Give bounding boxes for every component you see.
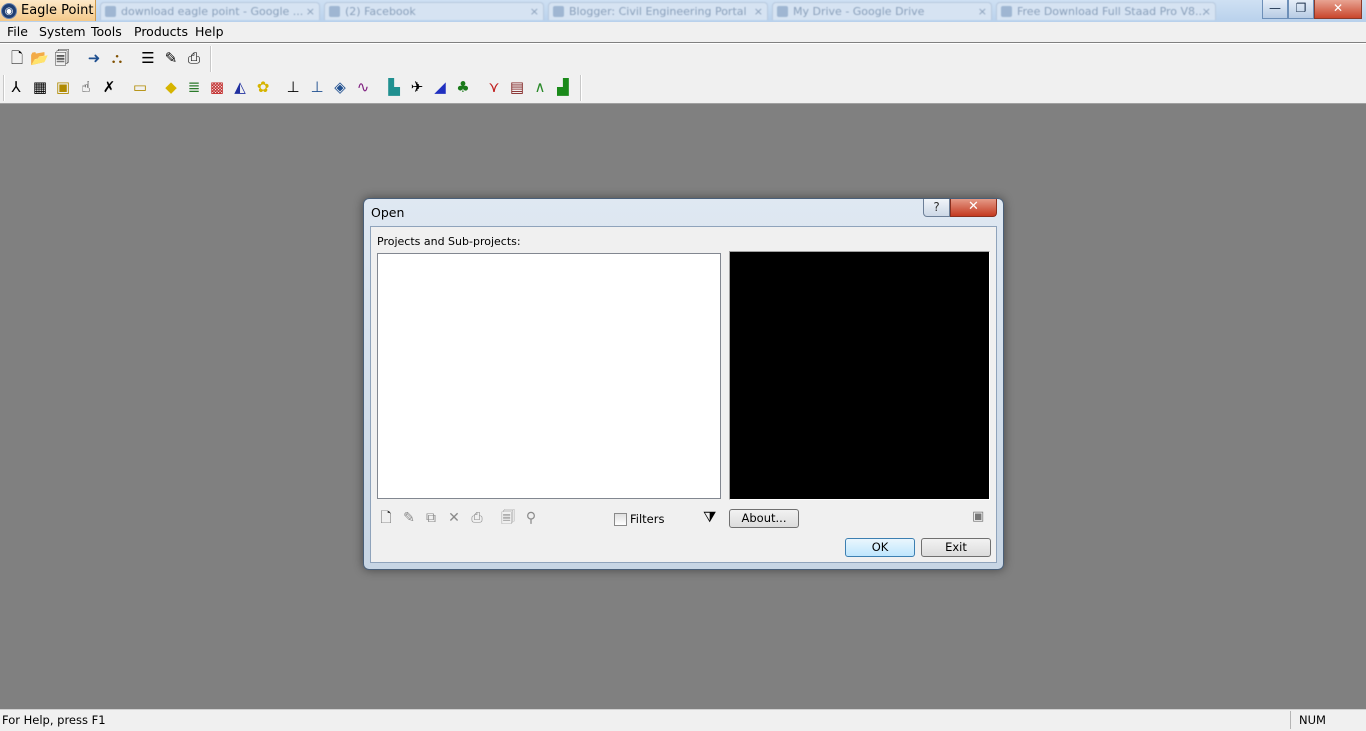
copy-project-icon[interactable]: ⧉ bbox=[422, 509, 440, 527]
print-icon[interactable]: ⎙ bbox=[185, 49, 203, 67]
pipe-icon[interactable]: ◢ bbox=[431, 78, 449, 96]
terrain-icon[interactable]: ◭ bbox=[231, 78, 249, 96]
tab-favicon-icon bbox=[105, 6, 116, 17]
browser-tab-label: Free Download Full Staad Pro V8... bbox=[1017, 5, 1206, 18]
tab-favicon-icon bbox=[553, 6, 564, 17]
status-bar: For Help, press F1 NUM bbox=[0, 709, 1366, 731]
app-title: Eagle Point bbox=[21, 3, 94, 18]
new-project-icon[interactable]: 🗋 bbox=[377, 509, 395, 527]
projects-list[interactable] bbox=[377, 253, 721, 499]
menu-products[interactable]: Products bbox=[134, 24, 188, 39]
landscape-tree-icon[interactable]: ♣ bbox=[454, 78, 472, 96]
tab-close-icon[interactable]: × bbox=[306, 3, 315, 20]
tab-favicon-icon bbox=[777, 6, 788, 17]
toolbar-main: 🗋 📂 🗐 ➜ ⛬ ☰ ✎ ⎙ bbox=[0, 43, 1366, 74]
graph-icon[interactable]: ∿ bbox=[354, 78, 372, 96]
structure-icon[interactable]: ⊥ bbox=[284, 78, 302, 96]
toolbar-separator bbox=[3, 75, 5, 101]
dialog-body: Projects and Sub-projects: 🗋 ✎ ⧉ ✕ ⎙ 🗐 ⚲… bbox=[370, 226, 997, 563]
browser-tab[interactable]: Free Download Full Staad Pro V8... × bbox=[996, 2, 1216, 20]
building-icon[interactable]: ▙ bbox=[385, 78, 403, 96]
tab-close-icon[interactable]: × bbox=[978, 3, 987, 20]
bridge-icon[interactable]: ⊥ bbox=[308, 78, 326, 96]
num-lock-label: NUM bbox=[1299, 713, 1326, 727]
app-title-tab[interactable]: ◉ Eagle Point bbox=[0, 0, 96, 21]
exit-button[interactable]: Exit bbox=[921, 538, 991, 557]
plan-icon[interactable]: ✈ bbox=[408, 78, 426, 96]
browser-tab-label: (2) Facebook bbox=[345, 5, 416, 18]
open-dialog: Open ? ✕ Projects and Sub-projects: 🗋 ✎ … bbox=[363, 198, 1004, 570]
section-icon[interactable]: ▤ bbox=[508, 78, 526, 96]
browser-tab[interactable]: My Drive - Google Drive × bbox=[772, 2, 992, 20]
open-folder-icon[interactable]: 📂 bbox=[30, 49, 49, 67]
edit-project-icon[interactable]: ✎ bbox=[400, 509, 418, 527]
toolbar-separator bbox=[580, 75, 582, 101]
project-properties-icon[interactable]: 🗐 bbox=[499, 509, 517, 527]
status-help-text: For Help, press F1 bbox=[2, 713, 106, 727]
profile-icon[interactable]: ⋎ bbox=[485, 78, 503, 96]
hand-icon[interactable]: ☝ bbox=[77, 78, 95, 96]
tab-close-icon[interactable]: × bbox=[1202, 3, 1211, 20]
about-button[interactable]: About... bbox=[729, 509, 799, 528]
toolbar-separator bbox=[210, 46, 212, 72]
browser-tab-label: download eagle point - Google ... bbox=[121, 5, 304, 18]
delete-project-icon[interactable]: ✕ bbox=[445, 509, 463, 527]
network-icon[interactable]: ✿ bbox=[254, 78, 272, 96]
tab-close-icon[interactable]: × bbox=[530, 3, 539, 20]
grid-icon[interactable]: ▩ bbox=[208, 78, 226, 96]
num-lock-indicator: NUM bbox=[1290, 711, 1365, 729]
browser-tab[interactable]: Blogger: Civil Engineering Portal × bbox=[548, 2, 768, 20]
browser-tab[interactable]: (2) Facebook × bbox=[324, 2, 544, 20]
menu-system[interactable]: System bbox=[39, 24, 86, 39]
site-icon[interactable]: ▟ bbox=[554, 78, 572, 96]
dialog-help-button[interactable]: ? bbox=[923, 199, 950, 217]
tree-icon[interactable]: ⛬ bbox=[108, 49, 126, 67]
app-logo-icon: ◉ bbox=[1, 3, 17, 19]
restore-button[interactable]: ❐ bbox=[1288, 0, 1314, 19]
cross-icon[interactable]: ✗ bbox=[100, 78, 118, 96]
menu-tools[interactable]: Tools bbox=[91, 24, 122, 39]
tab-favicon-icon bbox=[1001, 6, 1012, 17]
camera-icon[interactable]: ▣ bbox=[972, 509, 984, 524]
dialog-title: Open bbox=[371, 205, 405, 220]
filters-label[interactable]: Filters bbox=[630, 512, 664, 526]
bridge2-icon[interactable]: ◈ bbox=[331, 78, 349, 96]
preview-pane bbox=[729, 251, 990, 500]
edit-icon[interactable]: ✎ bbox=[162, 49, 180, 67]
close-window-button[interactable]: ✕ bbox=[1314, 0, 1362, 19]
tab-close-icon[interactable]: × bbox=[754, 3, 763, 20]
print-project-icon[interactable]: ⎙ bbox=[468, 509, 486, 527]
ok-button[interactable]: OK bbox=[845, 538, 915, 557]
new-document-icon[interactable]: 🗋 bbox=[8, 49, 26, 67]
arrow-icon[interactable]: ➜ bbox=[85, 49, 103, 67]
calculator-icon[interactable]: ▦ bbox=[31, 78, 49, 96]
browser-tab[interactable]: download eagle point - Google ... × bbox=[100, 2, 320, 20]
road-sign-icon[interactable]: ◆ bbox=[162, 78, 180, 96]
tab-favicon-icon bbox=[329, 6, 340, 17]
stack-icon[interactable]: ≣ bbox=[185, 78, 203, 96]
cogo-icon[interactable]: ▣ bbox=[54, 78, 72, 96]
menu-file[interactable]: File bbox=[7, 24, 28, 39]
survey-icon[interactable]: ⅄ bbox=[7, 78, 25, 96]
title-bar: ◉ Eagle Point download eagle point - Goo… bbox=[0, 0, 1366, 22]
minimize-button[interactable]: — bbox=[1262, 0, 1288, 19]
dialog-close-button[interactable]: ✕ bbox=[950, 199, 997, 217]
menu-bar: File System Tools Products Help bbox=[0, 22, 1366, 42]
browser-tab-label: Blogger: Civil Engineering Portal bbox=[569, 5, 747, 18]
menu-help[interactable]: Help bbox=[195, 24, 224, 39]
curve-icon[interactable]: ∧ bbox=[531, 78, 549, 96]
filter-funnel-icon[interactable]: ⧩ bbox=[703, 508, 716, 526]
projects-label: Projects and Sub-projects: bbox=[377, 235, 521, 248]
filters-checkbox[interactable] bbox=[614, 513, 627, 526]
toolbar-products: ⅄ ▦ ▣ ☝ ✗ ▭ ◆ ≣ ▩ ◭ ✿ ⊥ ⊥ ◈ ∿ ▙ ✈ ◢ ♣ ⋎ … bbox=[0, 73, 1366, 104]
properties-icon[interactable]: 🗐 bbox=[53, 49, 71, 67]
browser-tab-label: My Drive - Google Drive bbox=[793, 5, 925, 18]
project-wand-icon[interactable]: ⚲ bbox=[522, 509, 540, 527]
layers-icon[interactable]: ☰ bbox=[139, 49, 157, 67]
tag-icon[interactable]: ▭ bbox=[131, 78, 149, 96]
